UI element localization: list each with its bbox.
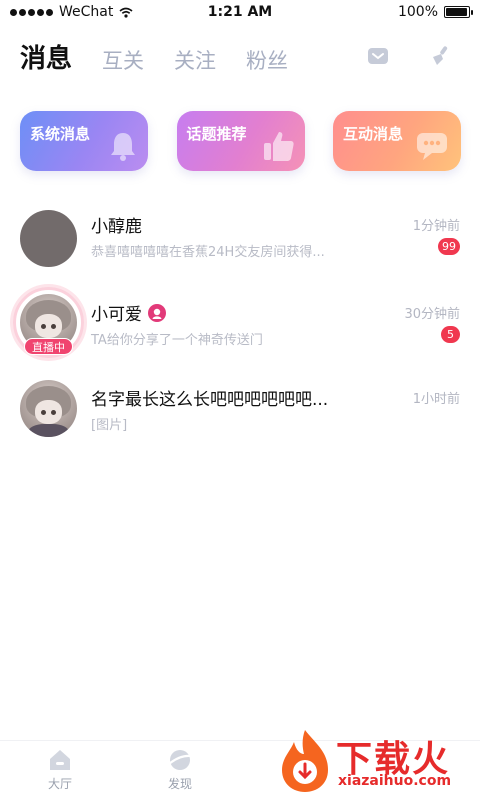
name-text: 小可爱 [91,305,142,325]
home-icon [47,747,73,773]
mail-icon[interactable] [366,44,390,68]
nav-discover[interactable]: 发现 [155,747,205,792]
bell-icon [106,129,140,167]
live-badge: 直播中 [24,338,73,355]
nav-hall[interactable]: 大厅 [35,747,85,792]
category-cards: 系统消息 话题推荐 互动消息 [20,111,461,171]
nav-label: 发现 [167,777,192,791]
status-right: 100% [397,4,473,20]
broom-icon[interactable] [428,44,452,68]
conversation-time: 1小时前 [412,392,460,407]
thumbs-up-icon [261,129,297,167]
card-label: 系统消息 [30,125,91,143]
name-text: 小醇鹿 [91,217,142,237]
conversation-time: 1分钟前 [412,219,460,234]
battery-percent: 100% [397,4,438,20]
tab-fans[interactable]: 粉丝 [246,45,288,75]
conversation-preview: TA给你分享了一个神奇传送门 [91,333,263,348]
conversation-preview: [图片] [91,418,128,433]
conversation-row[interactable]: 小醇鹿 1分钟前 恭喜嘻嘻嘻嘻在香蕉24H交友房间获得... 99 [0,200,480,280]
conversation-preview: 恭喜嘻嘻嘻嘻在香蕉24H交友房间获得... [91,245,325,260]
tab-messages[interactable]: 消息 [20,38,72,75]
planet-icon [167,747,193,773]
header-actions [366,44,452,68]
interaction-messages-card[interactable]: 互动消息 [333,111,461,171]
status-bar: WeChat 1:21 AM 100% [0,0,480,24]
topic-recommend-card[interactable]: 话题推荐 [176,111,305,171]
card-label: 互动消息 [343,125,404,143]
chat-bubble-icon [415,129,453,167]
tab-following[interactable]: 关注 [174,45,216,75]
conversation-name: 小可爱 [91,300,166,325]
unread-badge: 5 [441,326,460,343]
conversation-row[interactable]: 直播中 小可爱 30分钟前 TA给你分享了一个神奇传送门 5 [0,284,480,364]
watermark: 下载火 xiazaihuo.com [276,728,476,796]
conversation-name: 名字最长这么长吧吧吧吧吧吧... [91,385,328,410]
battery-fill [446,8,467,16]
conversation-row[interactable]: 名字最长这么长吧吧吧吧吧吧... 1小时前 [图片] [0,370,480,450]
avatar [20,380,77,437]
tab-mutual-follow[interactable]: 互关 [102,45,144,75]
name-text: 名字最长这么长吧吧吧吧吧吧... [91,390,329,410]
message-tabs: 消息 互关 关注 粉丝 [20,38,288,75]
flame-logo-icon [282,730,328,792]
nav-label: 大厅 [47,777,72,791]
watermark-subtitle: xiazaihuo.com [338,773,452,789]
unread-badge: 99 [438,238,460,255]
conversation-time: 30分钟前 [404,307,460,322]
system-messages-card[interactable]: 系统消息 [20,111,148,171]
vip-badge-icon [148,303,166,322]
avatar [20,210,77,267]
conversation-name: 小醇鹿 [91,212,142,237]
card-label: 话题推荐 [186,125,247,143]
battery-icon [444,6,473,18]
